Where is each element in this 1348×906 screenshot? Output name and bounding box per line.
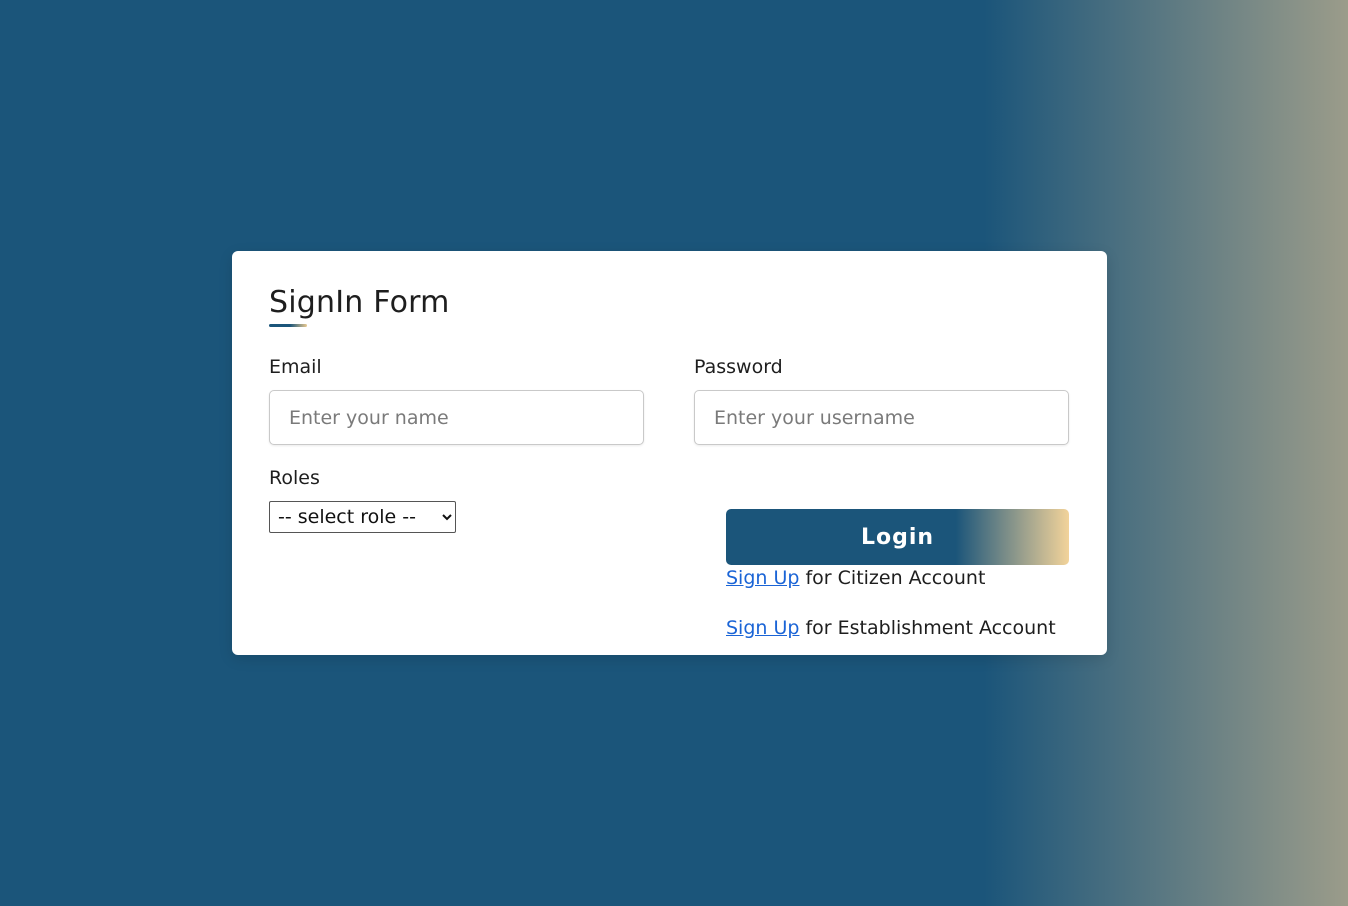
title-underline: [269, 324, 307, 327]
signup-establishment-text: for Establishment Account: [799, 617, 1056, 639]
login-button[interactable]: Login: [726, 509, 1069, 565]
signup-establishment-line: Sign Up for Establishment Account: [726, 617, 1056, 639]
signup-establishment-link[interactable]: Sign Up: [726, 617, 799, 639]
roles-label: Roles: [269, 467, 320, 489]
signin-card: SignIn Form Email Password Roles -- sele…: [232, 251, 1107, 655]
email-input[interactable]: [269, 390, 644, 445]
form-title: SignIn Form: [269, 285, 450, 320]
password-label: Password: [694, 356, 783, 378]
email-label: Email: [269, 356, 322, 378]
signup-citizen-line: Sign Up for Citizen Account: [726, 567, 985, 589]
role-select[interactable]: -- select role --: [269, 501, 456, 533]
password-input[interactable]: [694, 390, 1069, 445]
signup-citizen-text: for Citizen Account: [799, 567, 986, 589]
signup-citizen-link[interactable]: Sign Up: [726, 567, 799, 589]
